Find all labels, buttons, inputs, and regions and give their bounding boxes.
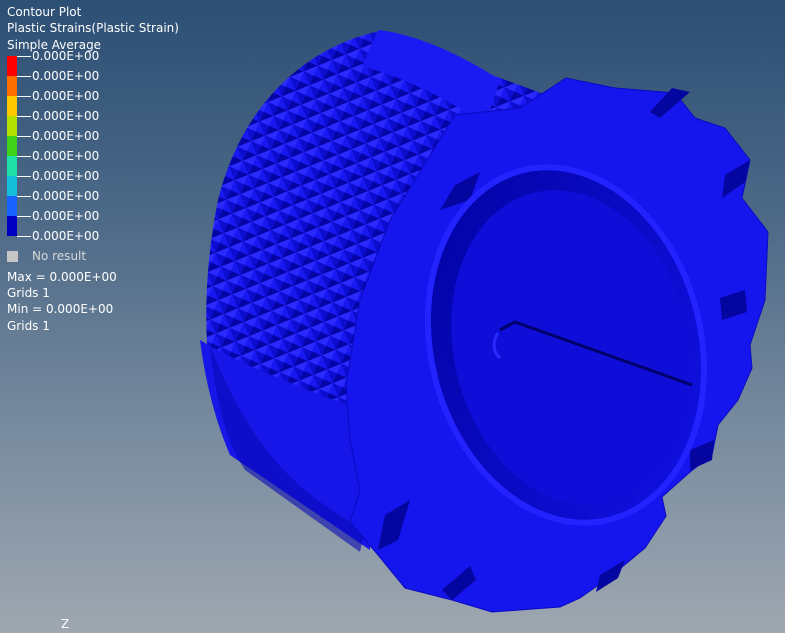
axis-z-label: Z bbox=[61, 617, 70, 631]
knurled-nut-model[interactable] bbox=[0, 0, 785, 633]
